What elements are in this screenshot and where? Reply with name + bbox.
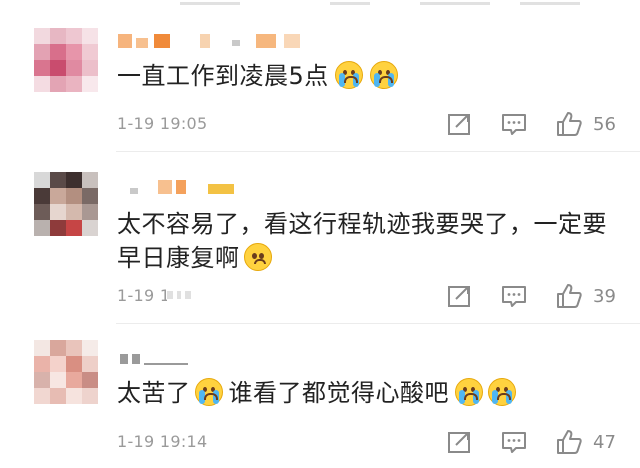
avatar[interactable]	[34, 28, 98, 92]
crying-face-icon	[369, 61, 398, 89]
share-icon[interactable]	[446, 282, 474, 310]
like-count: 39	[593, 286, 616, 307]
comment-meta: 1-19 19:05 56	[117, 110, 640, 140]
thumbs-up-icon[interactable]	[555, 428, 583, 456]
comment-text: 太苦了 谁看了都觉得心酸吧	[117, 376, 517, 410]
username[interactable]	[118, 180, 238, 196]
comment-text-line: 太不容易了，看这行程轨迹我要哭了，一定要	[117, 210, 607, 238]
crying-face-icon	[334, 61, 363, 89]
comment-icon[interactable]	[500, 282, 528, 310]
crying-face-icon	[488, 378, 516, 406]
comment-icon[interactable]	[500, 428, 528, 456]
share-icon[interactable]	[446, 110, 474, 138]
comment-meta: 1-19 19:14 47	[117, 428, 640, 458]
comment-time: 1-19 19:14	[117, 432, 208, 451]
like-count: 47	[593, 432, 616, 453]
comment-item: 太苦了 谁看了都觉得心酸吧 1-19 19:14 47	[0, 324, 640, 468]
comment-text: 太不容易了，看这行程轨迹我要哭了，一定要 早日康复啊	[117, 207, 607, 275]
pleading-face-icon	[243, 243, 272, 271]
comment-icon[interactable]	[500, 110, 528, 138]
comment-time: 1-19 19:05	[117, 114, 208, 133]
comment-item: 一直工作到凌晨5点 1-19 19:05 56	[0, 0, 640, 152]
time-redaction	[167, 288, 227, 302]
crying-face-icon	[194, 378, 223, 406]
avatar[interactable]	[34, 340, 98, 404]
comment-meta: 1-19 19: 39	[117, 282, 640, 312]
like-count: 56	[593, 114, 616, 135]
thumbs-up-icon[interactable]	[555, 282, 583, 310]
username[interactable]	[118, 34, 328, 50]
thumbs-up-icon[interactable]	[555, 110, 583, 138]
avatar[interactable]	[34, 172, 98, 236]
comment-text: 一直工作到凌晨5点	[117, 59, 399, 93]
share-icon[interactable]	[446, 428, 474, 456]
username[interactable]	[118, 352, 198, 368]
comment-text-line: 早日康复啊	[117, 244, 240, 272]
crying-face-icon	[455, 378, 483, 406]
comment-item: 太不容易了，看这行程轨迹我要哭了，一定要 早日康复啊 1-19 19: 39	[0, 152, 640, 324]
